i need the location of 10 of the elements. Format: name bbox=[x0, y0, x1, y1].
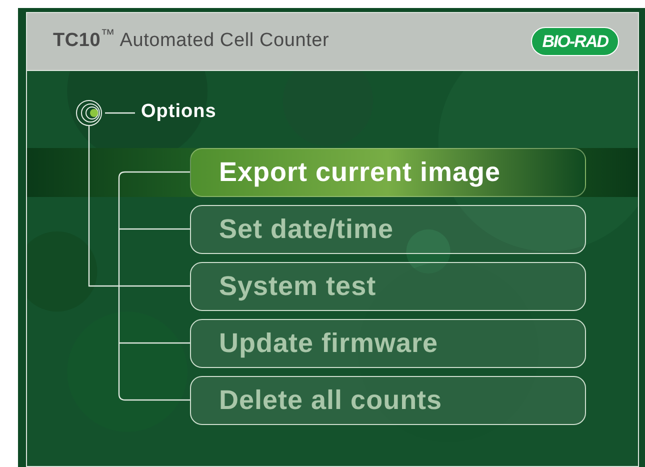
brand-logo: BIO-RAD bbox=[531, 26, 619, 56]
menu-item[interactable]: Delete all counts bbox=[190, 376, 586, 425]
menu-item[interactable]: Update firmware bbox=[190, 319, 586, 368]
menu-item[interactable]: Set date/time bbox=[190, 205, 586, 254]
menu-item[interactable]: Export current image bbox=[190, 148, 586, 197]
menu-item[interactable]: System test bbox=[190, 262, 586, 311]
connector-line bbox=[105, 112, 135, 114]
target-icon bbox=[75, 98, 103, 126]
menu-title: Options bbox=[141, 100, 216, 124]
app-title: TC10$^{™}$ Automated Cell Counter bbox=[53, 27, 330, 54]
